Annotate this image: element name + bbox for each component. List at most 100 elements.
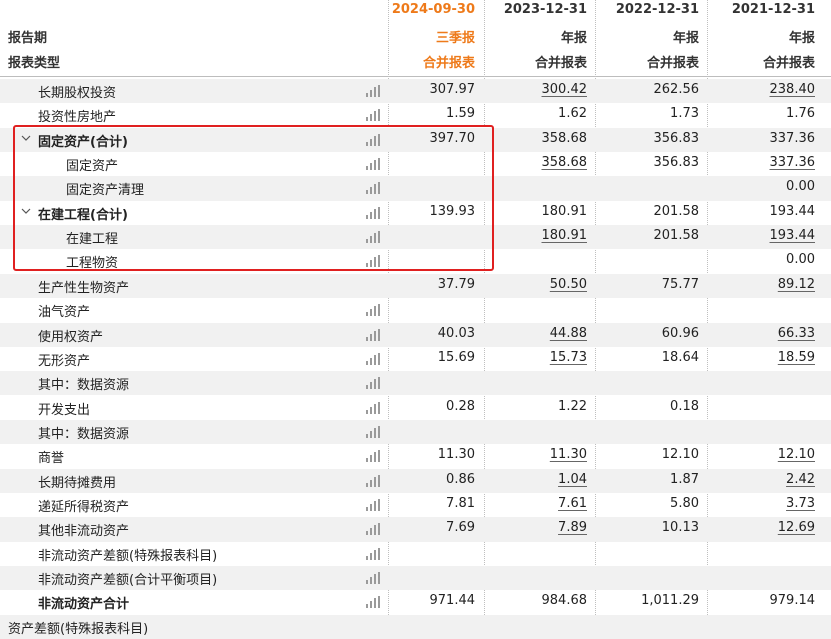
row-label: 其中：数据资源 (38, 426, 130, 442)
column-date-2: 2022-12-31 (615, 2, 699, 17)
cell-value: 37.79 (437, 276, 475, 292)
cell-value: 60.96 (661, 325, 699, 341)
cell-value: 18.64 (661, 349, 699, 365)
row-label: 生产性生物资产 (38, 280, 130, 296)
bar-chart-icon[interactable] (366, 377, 380, 390)
cell-value: 12.10 (661, 447, 699, 463)
cell-value[interactable]: 66.33 (778, 326, 815, 341)
table-row[interactable]: 使用权资产 40.03 44.88 60.96 66.33 (0, 322, 831, 347)
row-label: 非流动资产差额(合计平衡项目) (38, 573, 218, 588)
table-row[interactable]: 非流动资产合计 971.44 984.68 1,011.29 979.14 (0, 590, 831, 614)
row-label: 递延所得税资产 (38, 499, 130, 515)
cell-value: 15.69 (437, 349, 475, 365)
bar-chart-icon[interactable] (366, 498, 380, 511)
cell-value: 0.86 (446, 471, 475, 487)
bar-chart-icon[interactable] (366, 450, 380, 463)
row-label: 其中：数据资源 (38, 378, 130, 394)
table-row[interactable]: 油气资产 (0, 298, 831, 322)
column-type-0: 合并报表 (422, 56, 475, 71)
cell-value: 75.77 (661, 276, 699, 292)
report-period-label: 报告期 (8, 31, 48, 46)
cell-value: 358.68 (541, 130, 588, 146)
cell-value[interactable]: 238.40 (770, 82, 816, 97)
cell-value: 0.28 (446, 398, 475, 414)
cell-value: 10.13 (661, 520, 699, 536)
bar-chart-icon[interactable] (366, 85, 380, 97)
row-label: 非流动资产差额(特殊报表科目) (38, 548, 218, 564)
column-type-2: 合并报表 (646, 56, 699, 71)
table-row[interactable]: 长期待摊费用 0.86 1.04 1.87 2.42 (0, 468, 831, 493)
cell-value: 193.44 (769, 203, 816, 219)
table-row[interactable]: 非流动资产差额(特殊报表科目) (0, 542, 831, 566)
cell-value[interactable]: 50.50 (550, 277, 587, 292)
table-row[interactable]: 递延所得税资产 7.81 7.61 5.80 3.73 (0, 493, 831, 517)
row-label: 使用权资产 (38, 329, 104, 345)
column-date-3: 2021-12-31 (731, 2, 815, 17)
bar-chart-icon[interactable] (366, 401, 380, 414)
table-row[interactable]: 非流动资产差额(合计平衡项目) (0, 566, 831, 591)
table-row[interactable]: 投资性房地产 1.59 1.62 1.73 1.76 (0, 103, 831, 127)
bar-chart-icon[interactable] (366, 328, 380, 341)
cell-value: 5.80 (670, 495, 699, 511)
table-row[interactable]: 无形资产 15.69 15.73 18.64 18.59 (0, 347, 831, 371)
table-row[interactable]: 开发支出 0.28 1.22 0.18 (0, 396, 831, 420)
cell-value[interactable]: 89.12 (778, 277, 815, 292)
cell-value: 1.62 (558, 106, 587, 122)
cell-value: 7.69 (446, 520, 475, 536)
bar-chart-icon[interactable] (366, 109, 380, 122)
cell-value[interactable]: 1.04 (558, 472, 587, 487)
table-row[interactable]: 资产差额(特殊报表科目) (0, 614, 831, 639)
cell-value: 979.14 (769, 593, 816, 609)
row-label: 长期待摊费用 (38, 475, 117, 491)
cell-value: 1.87 (670, 471, 699, 487)
column-date-1: 2023-12-31 (503, 2, 587, 17)
cell-value: 356.83 (653, 155, 700, 171)
bar-chart-icon[interactable] (366, 352, 380, 365)
row-label: 非流动资产合计 (38, 597, 130, 613)
column-period-3: 年报 (788, 31, 815, 46)
cell-value[interactable]: 193.44 (770, 228, 816, 243)
cell-value: 0.18 (670, 398, 699, 414)
cell-value: 1.22 (558, 398, 587, 414)
cell-value[interactable]: 44.88 (550, 326, 587, 341)
table-row[interactable]: 长期股权投资 307.97 300.42 262.56 238.40 (0, 79, 831, 104)
cell-value[interactable]: 18.59 (778, 350, 815, 365)
column-type-1: 合并报表 (534, 56, 587, 71)
cell-value[interactable]: 7.89 (558, 520, 587, 535)
table-row[interactable]: 其他非流动资产 7.69 7.89 10.13 12.69 (0, 517, 831, 542)
cell-value: 1.59 (446, 106, 475, 122)
table-row[interactable]: 其中：数据资源 (0, 371, 831, 396)
bar-chart-icon[interactable] (366, 596, 380, 609)
cell-value: 1.76 (786, 106, 815, 122)
table-row[interactable]: 其中：数据资源 (0, 419, 831, 445)
bar-chart-icon[interactable] (366, 523, 380, 536)
cell-value[interactable]: 11.30 (550, 447, 587, 462)
cell-value: 201.58 (653, 228, 700, 244)
cell-value[interactable]: 12.69 (778, 520, 815, 535)
cell-value: 40.03 (437, 325, 475, 341)
cell-value[interactable]: 180.91 (542, 228, 588, 243)
cell-value[interactable]: 358.68 (542, 155, 588, 170)
cell-value[interactable]: 300.42 (542, 82, 588, 97)
bar-chart-icon[interactable] (366, 425, 380, 438)
cell-value[interactable]: 7.61 (558, 496, 587, 511)
table-row[interactable]: 商誉 11.30 11.30 12.10 12.10 (0, 444, 831, 468)
row-label: 商誉 (38, 451, 65, 467)
cell-value: 984.68 (541, 593, 588, 609)
bar-chart-icon[interactable] (366, 547, 380, 560)
report-type-label: 报表类型 (8, 56, 61, 71)
table-row[interactable]: 生产性生物资产 37.79 50.50 75.77 89.12 (0, 273, 831, 299)
cell-value[interactable]: 2.42 (786, 472, 815, 487)
bar-chart-icon[interactable] (366, 304, 380, 317)
cell-value[interactable]: 12.10 (778, 447, 815, 462)
cell-value[interactable]: 15.73 (550, 350, 587, 365)
cell-value[interactable]: 3.73 (786, 496, 815, 511)
column-period-2: 年报 (672, 31, 699, 46)
cell-value: 180.91 (541, 203, 588, 219)
cell-value: 1.73 (670, 106, 699, 122)
cell-value: 201.58 (653, 203, 700, 219)
bar-chart-icon[interactable] (366, 474, 380, 487)
bar-chart-icon[interactable] (366, 572, 380, 584)
cell-value[interactable]: 337.36 (770, 155, 816, 170)
row-label: 长期股权投资 (38, 86, 117, 101)
